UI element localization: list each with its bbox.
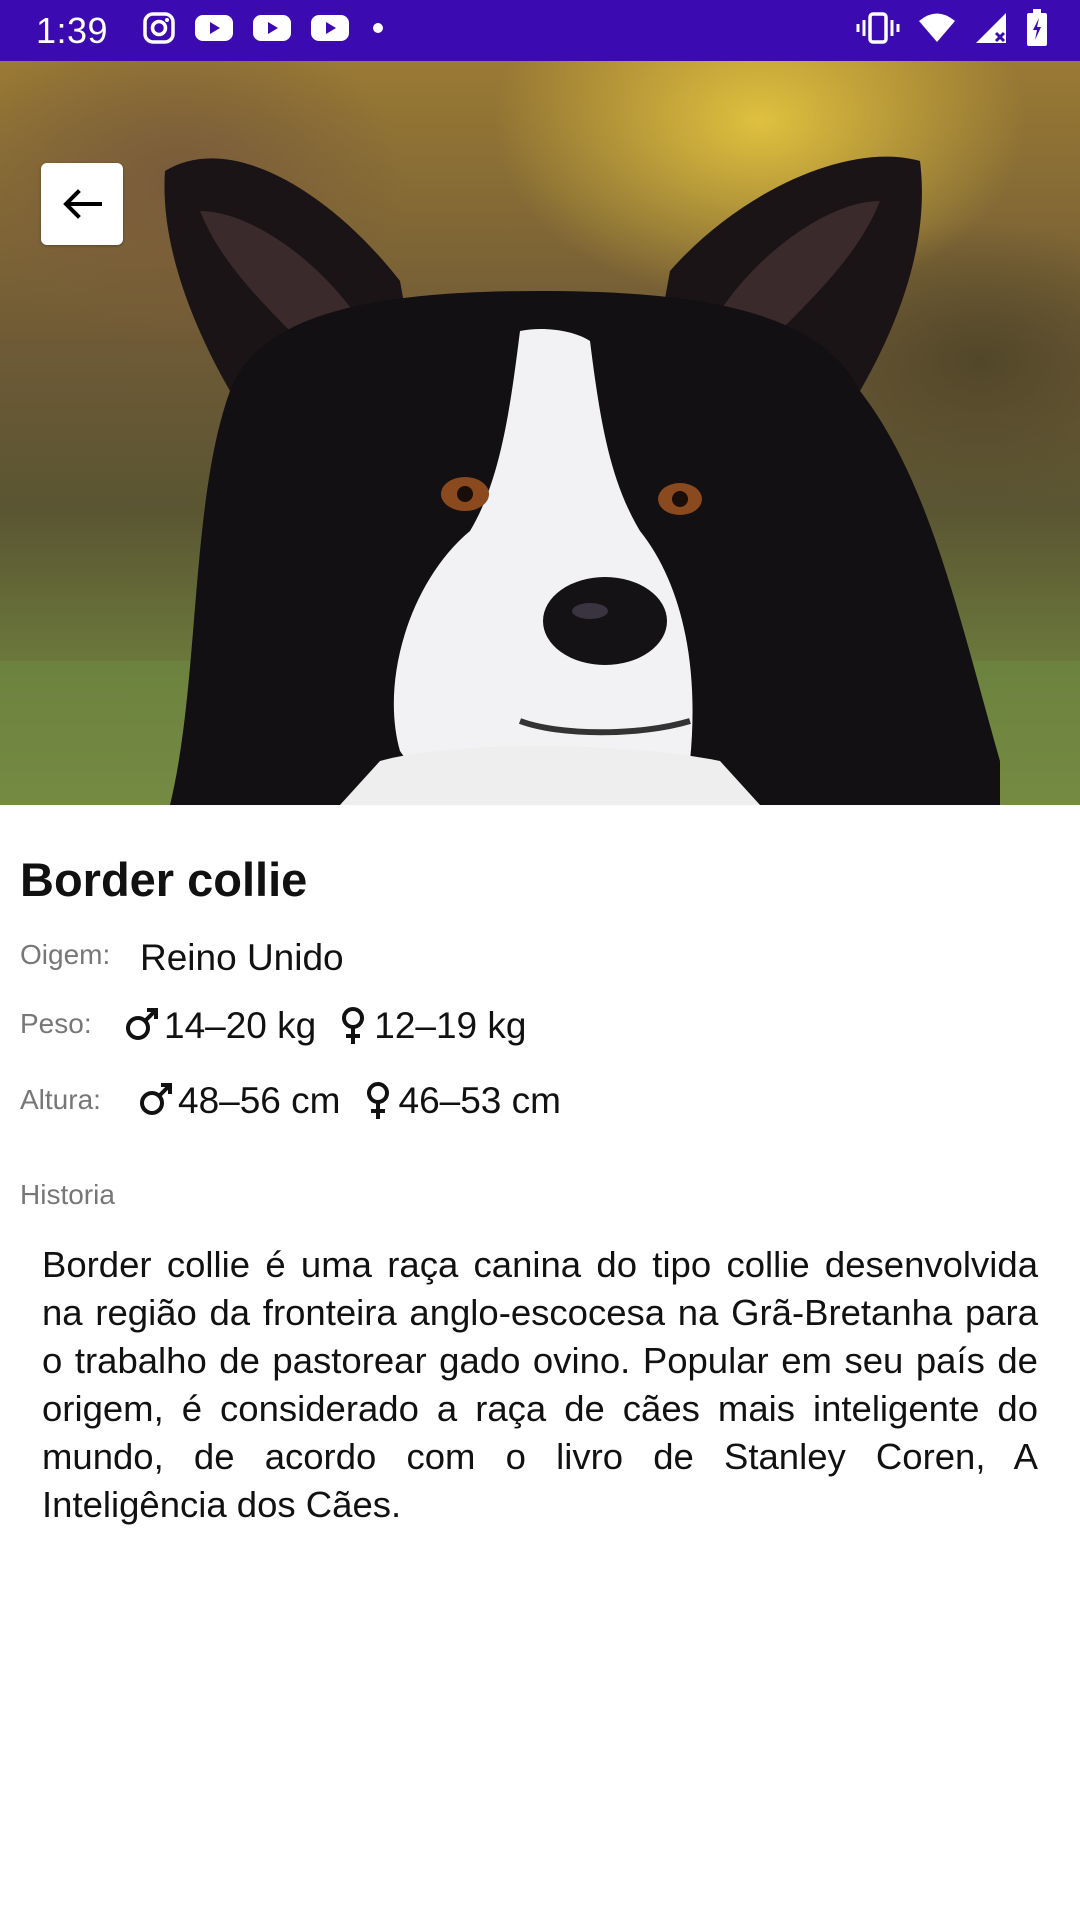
- arrow-left-icon: [63, 189, 102, 219]
- back-button[interactable]: [41, 163, 123, 245]
- origin-text: Reino Unido: [140, 937, 344, 978]
- height-label: Altura:: [20, 1084, 101, 1115]
- battery-icon: [1026, 9, 1048, 52]
- dot-icon: [368, 18, 388, 43]
- weight-value: 14–20 kg 12–19 kg: [126, 1005, 527, 1047]
- youtube-icon: [194, 13, 234, 48]
- height-value: 48–56 cm 46–53 cm: [140, 1080, 561, 1122]
- origin-label: Oigem:: [20, 939, 111, 970]
- height-male: 48–56 cm: [178, 1080, 341, 1121]
- youtube-icon: [310, 13, 350, 48]
- female-icon: [361, 1081, 395, 1121]
- system-icons: [856, 0, 1048, 61]
- breed-photo: [0, 61, 1080, 805]
- weight-female: 12–19 kg: [374, 1005, 527, 1046]
- status-bar: 1:39: [0, 0, 1080, 61]
- youtube-icon: [252, 13, 292, 48]
- origin-value: Reino Unido: [140, 937, 344, 979]
- notification-icons: [142, 11, 388, 50]
- vibrate-icon: [856, 11, 900, 50]
- instagram-icon: [142, 11, 176, 50]
- male-icon: [140, 1081, 174, 1121]
- female-icon: [336, 1006, 370, 1046]
- breed-title: Border collie: [20, 853, 308, 906]
- history-text: Border collie é uma raça canina do tipo …: [42, 1244, 1038, 1525]
- history-label: Historia: [20, 1179, 115, 1210]
- signal-icon: [974, 11, 1008, 50]
- status-time: 1:39: [36, 9, 109, 51]
- height-female: 46–53 cm: [398, 1080, 562, 1121]
- dog-photo-illustration: [0, 156, 1080, 805]
- weight-male: 14–20 kg: [164, 1005, 317, 1046]
- male-icon: [126, 1006, 160, 1046]
- wifi-icon: [918, 12, 956, 49]
- weight-label: Peso:: [20, 1008, 92, 1039]
